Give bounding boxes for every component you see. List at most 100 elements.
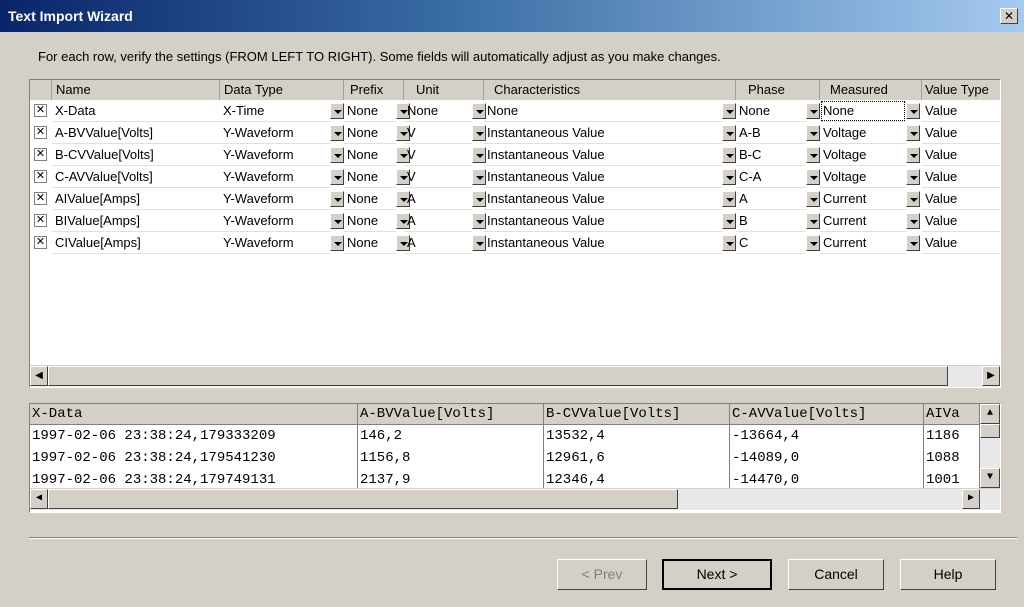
chevron-down-icon[interactable] bbox=[722, 213, 736, 229]
cell-phase[interactable]: B-C bbox=[736, 144, 806, 166]
scroll-left-icon[interactable]: ◀ bbox=[30, 366, 48, 386]
preview-vscroll-thumb[interactable] bbox=[980, 424, 1000, 438]
preview-horizontal-scrollbar[interactable]: ◀ ▶ bbox=[30, 488, 1000, 510]
cell-data-type[interactable]: Y-Waveform bbox=[220, 232, 330, 254]
cell-unit[interactable]: A bbox=[404, 232, 472, 254]
cell-measured[interactable]: Voltage bbox=[820, 166, 906, 188]
grid-row[interactable]: ✕ AIValue[Amps] Y-Waveform None A Instantaneo… bbox=[30, 188, 1000, 210]
preview-scroll-left-icon[interactable]: ◀ bbox=[30, 489, 48, 509]
chevron-down-icon[interactable] bbox=[906, 191, 920, 207]
chevron-down-icon[interactable] bbox=[330, 213, 344, 229]
chevron-down-icon[interactable] bbox=[330, 125, 344, 141]
grid-horizontal-scrollbar[interactable]: ◀ ▶ bbox=[30, 365, 1000, 387]
cell-prefix[interactable]: None bbox=[344, 188, 396, 210]
cell-value-type[interactable]: Value bbox=[922, 100, 1000, 122]
cell-data-type[interactable]: Y-Waveform bbox=[220, 166, 330, 188]
grid-row[interactable]: ✕ CIValue[Amps] Y-Waveform None A Instantaneo… bbox=[30, 232, 1000, 254]
chevron-down-icon[interactable] bbox=[722, 147, 736, 163]
prev-button[interactable]: < Prev bbox=[557, 559, 647, 590]
cancel-button[interactable]: Cancel bbox=[788, 559, 884, 590]
grid-row[interactable]: ✕ BIValue[Amps] Y-Waveform None A Instantaneo… bbox=[30, 210, 1000, 232]
include-checkbox[interactable]: ✕ bbox=[34, 170, 47, 183]
cell-prefix[interactable]: None bbox=[344, 166, 396, 188]
cell-data-type[interactable]: Y-Waveform bbox=[220, 144, 330, 166]
cell-prefix[interactable]: None bbox=[344, 232, 396, 254]
cell-prefix[interactable]: None bbox=[344, 100, 396, 122]
cell-phase[interactable]: None bbox=[736, 100, 806, 122]
grid-header-characteristics[interactable]: Characteristics bbox=[484, 80, 736, 100]
chevron-down-icon[interactable] bbox=[906, 125, 920, 141]
cell-unit[interactable]: A bbox=[404, 210, 472, 232]
chevron-down-icon[interactable] bbox=[806, 213, 820, 229]
cell-phase[interactable]: A-B bbox=[736, 122, 806, 144]
grid-row[interactable]: ✕ C-AVValue[Volts] Y-Waveform None V Instanta… bbox=[30, 166, 1000, 188]
include-checkbox[interactable]: ✕ bbox=[34, 214, 47, 227]
grid-scroll-thumb[interactable] bbox=[48, 366, 948, 386]
cell-prefix[interactable]: None bbox=[344, 122, 396, 144]
help-button[interactable]: Help bbox=[900, 559, 996, 590]
cell-measured[interactable]: Voltage bbox=[820, 122, 906, 144]
grid-header-unit[interactable]: Unit bbox=[404, 80, 484, 100]
include-checkbox[interactable]: ✕ bbox=[34, 236, 47, 249]
next-button[interactable]: Next > bbox=[662, 559, 772, 590]
grid-header-measured[interactable]: Measured bbox=[820, 80, 922, 100]
cell-measured[interactable]: None bbox=[820, 100, 906, 122]
cell-characteristics[interactable]: None bbox=[484, 100, 722, 122]
include-checkbox[interactable]: ✕ bbox=[34, 148, 47, 161]
cell-characteristics[interactable]: Instantaneous Value bbox=[484, 232, 722, 254]
close-button[interactable]: ✕ bbox=[1000, 8, 1018, 24]
cell-data-type[interactable]: Y-Waveform bbox=[220, 210, 330, 232]
chevron-down-icon[interactable] bbox=[330, 169, 344, 185]
cell-unit[interactable]: None bbox=[404, 100, 472, 122]
cell-value-type[interactable]: Value bbox=[922, 188, 1000, 210]
cell-measured[interactable]: Current bbox=[820, 232, 906, 254]
cell-characteristics[interactable]: Instantaneous Value bbox=[484, 122, 722, 144]
scroll-up-icon[interactable]: ▲ bbox=[980, 404, 1000, 424]
chevron-down-icon[interactable] bbox=[906, 169, 920, 185]
cell-unit[interactable]: V bbox=[404, 144, 472, 166]
cell-value-type[interactable]: Value bbox=[922, 166, 1000, 188]
chevron-down-icon[interactable] bbox=[906, 213, 920, 229]
include-checkbox[interactable]: ✕ bbox=[34, 126, 47, 139]
cell-value-type[interactable]: Value bbox=[922, 232, 1000, 254]
grid-row[interactable]: ✕ X-Data X-Time None None None None None Value bbox=[30, 100, 1000, 122]
chevron-down-icon[interactable] bbox=[906, 147, 920, 163]
cell-phase[interactable]: C bbox=[736, 232, 806, 254]
chevron-down-icon[interactable] bbox=[806, 191, 820, 207]
chevron-down-icon[interactable] bbox=[722, 169, 736, 185]
cell-prefix[interactable]: None bbox=[344, 210, 396, 232]
preview-vertical-scrollbar[interactable]: ▲ ▼ bbox=[980, 404, 1000, 488]
preview-hscroll-thumb[interactable] bbox=[48, 489, 678, 509]
chevron-down-icon[interactable] bbox=[722, 125, 736, 141]
chevron-down-icon[interactable] bbox=[806, 147, 820, 163]
scroll-right-icon[interactable]: ▶ bbox=[982, 366, 1000, 386]
chevron-down-icon[interactable] bbox=[806, 169, 820, 185]
include-checkbox[interactable]: ✕ bbox=[34, 104, 47, 117]
grid-header-value-type[interactable]: Value Type bbox=[922, 80, 1000, 100]
chevron-down-icon[interactable] bbox=[806, 103, 820, 119]
cell-phase[interactable]: A bbox=[736, 188, 806, 210]
include-checkbox[interactable]: ✕ bbox=[34, 192, 47, 205]
chevron-down-icon[interactable] bbox=[330, 191, 344, 207]
grid-header-prefix[interactable]: Prefix bbox=[344, 80, 404, 100]
chevron-down-icon[interactable] bbox=[722, 103, 736, 119]
chevron-down-icon[interactable] bbox=[330, 147, 344, 163]
cell-value-type[interactable]: Value bbox=[922, 210, 1000, 232]
cell-data-type[interactable]: Y-Waveform bbox=[220, 188, 330, 210]
grid-row[interactable]: ✕ A-BVValue[Volts] Y-Waveform None V Instanta… bbox=[30, 122, 1000, 144]
chevron-down-icon[interactable] bbox=[330, 103, 344, 119]
cell-value-type[interactable]: Value bbox=[922, 122, 1000, 144]
cell-characteristics[interactable]: Instantaneous Value bbox=[484, 144, 722, 166]
cell-unit[interactable]: V bbox=[404, 122, 472, 144]
cell-value-type[interactable]: Value bbox=[922, 144, 1000, 166]
chevron-down-icon[interactable] bbox=[722, 191, 736, 207]
cell-measured[interactable]: Current bbox=[820, 188, 906, 210]
scroll-down-icon[interactable]: ▼ bbox=[980, 468, 1000, 488]
chevron-down-icon[interactable] bbox=[806, 235, 820, 251]
chevron-down-icon[interactable] bbox=[722, 235, 736, 251]
grid-header-data-type[interactable]: Data Type bbox=[220, 80, 344, 100]
cell-characteristics[interactable]: Instantaneous Value bbox=[484, 210, 722, 232]
cell-unit[interactable]: V bbox=[404, 166, 472, 188]
cell-measured[interactable]: Voltage bbox=[820, 144, 906, 166]
cell-measured[interactable]: Current bbox=[820, 210, 906, 232]
